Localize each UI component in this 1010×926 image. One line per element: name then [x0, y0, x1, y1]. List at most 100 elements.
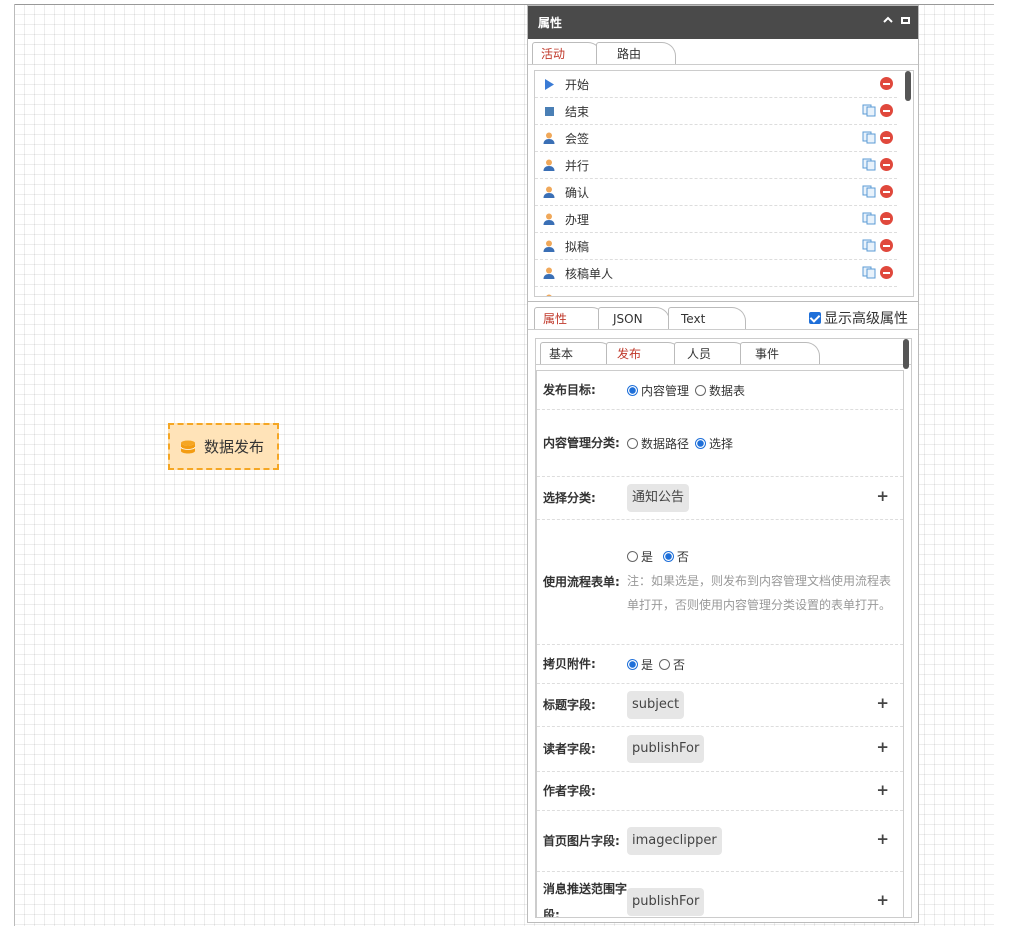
database-icon: [180, 440, 196, 453]
tab-properties[interactable]: 属性: [534, 307, 606, 329]
row-reader-field: 读者字段: publishFor +: [537, 727, 903, 772]
list-item[interactable]: 办理: [535, 206, 897, 233]
person-icon: [543, 267, 555, 279]
radio-selected-icon[interactable]: [695, 437, 707, 449]
row-publish-target: 发布目标: 内容管理 数据表: [537, 371, 903, 410]
row-title-field: 标题字段: subject +: [537, 684, 903, 727]
panel-header: 属性: [528, 6, 918, 39]
field-label: 拷贝附件:: [543, 657, 596, 671]
list-item[interactable]: 拟稿: [535, 233, 897, 260]
maximize-icon[interactable]: [901, 16, 910, 24]
copy-icon[interactable]: [862, 131, 876, 144]
person-icon: [543, 294, 555, 296]
delete-icon[interactable]: [880, 185, 893, 198]
radio-selected-icon[interactable]: [627, 384, 638, 396]
row-content-category: 内容管理分类: 数据路径 选择: [537, 410, 903, 477]
copy-icon[interactable]: [862, 185, 876, 198]
radio-use-form-yes[interactable]: 是: [627, 548, 653, 565]
radio-selected-icon[interactable]: [627, 658, 638, 670]
add-reader-field-icon[interactable]: +: [876, 738, 889, 756]
activity-list-scrollbar[interactable]: [905, 71, 911, 101]
list-item[interactable]: 并行: [535, 152, 897, 179]
show-advanced-label: 显示高级属性: [824, 311, 908, 327]
add-author-field-icon[interactable]: +: [876, 781, 889, 799]
copy-icon[interactable]: [862, 212, 876, 225]
show-advanced-toggle[interactable]: 显示高级属性: [809, 308, 908, 328]
tab-basic[interactable]: 基本: [540, 342, 614, 364]
delete-icon[interactable]: [880, 158, 893, 171]
field-label: 选择分类:: [543, 491, 596, 505]
radio-data-path[interactable]: 数据路径: [627, 435, 689, 452]
tab-text[interactable]: Text: [668, 307, 746, 329]
category-value[interactable]: 通知公告: [627, 484, 690, 512]
flow-node-label: 数据发布: [204, 438, 265, 456]
list-item[interactable]: 结束: [535, 98, 897, 125]
list-item[interactable]: 会签: [535, 125, 897, 152]
row-image-field: 首页图片字段: imageclipper +: [537, 811, 903, 872]
delete-icon[interactable]: [880, 104, 893, 117]
radio-selected-icon[interactable]: [662, 550, 674, 562]
delete-icon[interactable]: [880, 212, 893, 225]
image-field-value[interactable]: imageclipper: [627, 827, 722, 855]
panel-title: 属性: [538, 16, 563, 30]
row-select-category: 选择分类: 通知公告 +: [537, 477, 903, 520]
tab-people[interactable]: 人员: [674, 342, 748, 364]
field-label: 内容管理分类:: [543, 436, 620, 450]
field-label: 作者字段:: [543, 784, 596, 798]
radio-empty-icon[interactable]: [659, 658, 671, 670]
flow-node-data-publish[interactable]: 数据发布: [168, 423, 279, 470]
chevron-up-icon[interactable]: [883, 15, 893, 25]
add-category-icon[interactable]: +: [876, 487, 889, 505]
list-item-partial[interactable]: [535, 287, 897, 296]
tab-json[interactable]: JSON: [598, 307, 670, 329]
field-label: 标题字段:: [543, 698, 596, 712]
activity-tabbar: 活动 路由: [528, 39, 918, 65]
radio-copy-no[interactable]: 否: [659, 656, 685, 673]
person-icon: [543, 240, 555, 252]
properties-panel: 属性 活动 路由 开始 结束 会签 并行 确认 办理 拟稿 核稿单人 属性 JS…: [527, 5, 919, 923]
row-push-field: 消息推送范围字段: publishFor +: [537, 872, 903, 918]
push-field-value[interactable]: publishFor: [627, 888, 705, 916]
tab-activity[interactable]: 活动: [532, 42, 602, 64]
title-field-value[interactable]: subject: [627, 691, 685, 719]
radio-empty-icon[interactable]: [627, 437, 638, 449]
radio-select[interactable]: 选择: [695, 435, 733, 452]
list-item[interactable]: 确认: [535, 179, 897, 206]
sub-tabbar: 基本 发布 人员 事件: [536, 339, 911, 365]
radio-copy-yes[interactable]: 是: [627, 656, 653, 673]
activity-list: 开始 结束 会签 并行 确认 办理 拟稿 核稿单人: [534, 70, 914, 297]
list-item[interactable]: 核稿单人: [535, 260, 897, 287]
radio-empty-icon[interactable]: [695, 384, 707, 396]
field-label: 消息推送范围字段:: [543, 882, 628, 918]
radio-use-form-no[interactable]: 否: [662, 548, 689, 565]
field-label: 读者字段:: [543, 742, 596, 756]
row-author-field: 作者字段: +: [537, 772, 903, 811]
form-scrollbar[interactable]: [903, 339, 909, 369]
field-label: 首页图片字段:: [543, 834, 620, 848]
person-icon: [543, 159, 555, 171]
field-label: 发布目标:: [543, 383, 596, 397]
delete-icon[interactable]: [880, 77, 893, 90]
radio-data-table[interactable]: 数据表: [695, 382, 745, 399]
tab-route[interactable]: 路由: [596, 42, 676, 64]
copy-icon[interactable]: [862, 239, 876, 252]
radio-content-management[interactable]: 内容管理: [627, 382, 689, 399]
add-push-field-icon[interactable]: +: [876, 891, 889, 909]
copy-icon[interactable]: [862, 266, 876, 279]
tab-events[interactable]: 事件: [740, 342, 820, 364]
copy-icon[interactable]: [862, 158, 876, 171]
canvas-left-border: [14, 4, 15, 926]
delete-icon[interactable]: [880, 266, 893, 279]
reader-field-value[interactable]: publishFor: [627, 735, 705, 763]
delete-icon[interactable]: [880, 239, 893, 252]
copy-icon[interactable]: [862, 104, 876, 117]
checkbox-checked-icon[interactable]: [809, 312, 821, 324]
add-title-field-icon[interactable]: +: [876, 694, 889, 712]
tab-publish[interactable]: 发布: [606, 342, 682, 364]
list-item[interactable]: 开始: [535, 71, 897, 98]
add-image-field-icon[interactable]: +: [876, 830, 889, 848]
radio-empty-icon[interactable]: [627, 550, 638, 562]
person-icon: [543, 213, 555, 225]
delete-icon[interactable]: [880, 131, 893, 144]
props-tabbar: 属性 JSON Text 显示高级属性: [528, 302, 918, 330]
